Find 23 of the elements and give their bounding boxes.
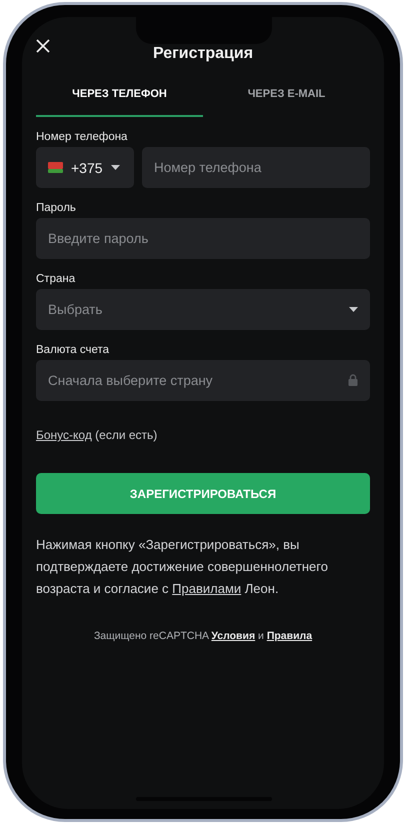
caret-icon: [110, 165, 120, 170]
rules-link[interactable]: Правилами: [172, 581, 242, 596]
flag-icon: [48, 162, 63, 173]
country-code-selector[interactable]: +375: [36, 147, 134, 188]
window-title: Регистрация: [152, 44, 254, 64]
tab[interactable]: ЧЕРЕЗ E-MAIL: [203, 73, 370, 117]
tab[interactable]: ЧЕРЕЗ ТЕЛЕФОН: [36, 73, 203, 117]
privacy-link[interactable]: Правила: [266, 630, 312, 642]
field-label: Номер телефона: [36, 130, 128, 145]
bonus-code-text: Бонус-код (если есть): [36, 427, 158, 444]
close-icon[interactable]: [36, 39, 50, 53]
consent-text: Нажимая кнопку «Зарегистрироваться», вы подтверждаете достижение совершеннолетнего возраста и согласие с Правилами Леон.: [36, 536, 329, 598]
phone-number-field[interactable]: Номер телефона: [142, 147, 370, 188]
terms-link[interactable]: Условия: [211, 630, 256, 642]
country-select[interactable]: Выбрать: [36, 289, 370, 330]
bonus-code-link[interactable]: Бонус-код: [36, 428, 92, 442]
caret-icon: [349, 307, 358, 312]
lock-icon: [348, 374, 358, 386]
field-label: Пароль: [36, 201, 76, 216]
recaptcha-text: Защищено reCAPTCHA Условия и Правила: [92, 629, 314, 644]
field-label: Валюта счета: [36, 343, 110, 358]
field-label: Страна: [36, 272, 76, 287]
password-field[interactable]: Введите пароль: [36, 218, 370, 259]
